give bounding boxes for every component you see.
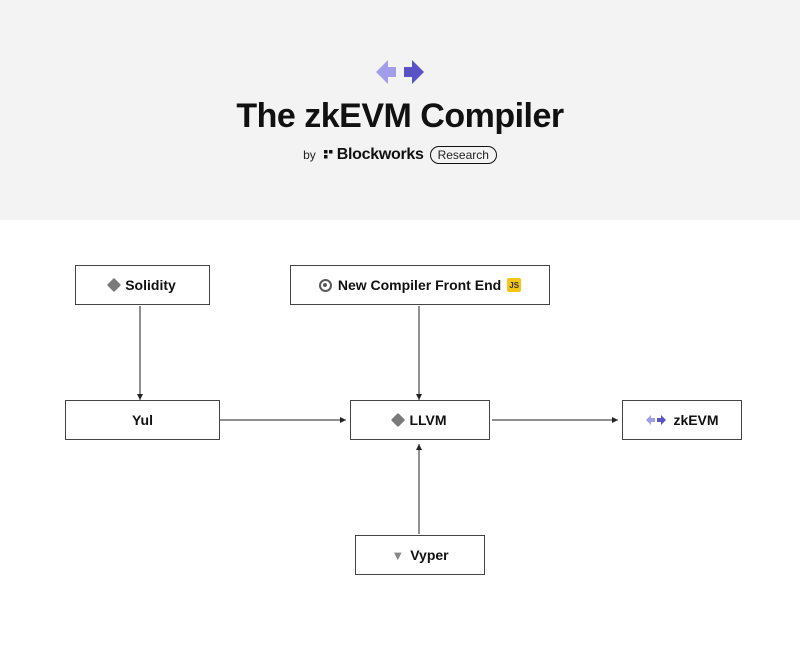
node-label: New Compiler Front End (338, 277, 501, 293)
solidity-icon (391, 413, 405, 427)
gear-icon (319, 279, 332, 292)
node-solidity: Solidity (75, 265, 210, 305)
node-vyper: ▼ Vyper (355, 535, 485, 575)
brand-label: Blockworks (322, 146, 424, 164)
research-pill: Research (430, 146, 497, 164)
header: The zkEVM Compiler by Blockworks Researc… (0, 0, 800, 220)
node-label: LLVM (409, 412, 446, 428)
diagram-canvas: Solidity New Compiler Front End JS Yul L… (0, 220, 800, 645)
page-title: The zkEVM Compiler (236, 97, 563, 136)
node-label: Solidity (125, 277, 176, 293)
js-shield-icon: JS (507, 278, 521, 292)
byline: by Blockworks Research (303, 146, 497, 164)
node-label: Vyper (410, 547, 448, 563)
by-label: by (303, 148, 316, 162)
node-frontend: New Compiler Front End JS (290, 265, 550, 305)
arrows-icon (645, 414, 667, 426)
vyper-icon: ▼ (391, 548, 404, 563)
node-label: zkEVM (673, 412, 718, 428)
node-label: Yul (132, 412, 153, 428)
brand-text: Blockworks (337, 146, 424, 164)
logo-arrows-icon (374, 57, 426, 87)
node-zkevm: zkEVM (622, 400, 742, 440)
solidity-icon (107, 278, 121, 292)
node-yul: Yul (65, 400, 220, 440)
node-llvm: LLVM (350, 400, 490, 440)
